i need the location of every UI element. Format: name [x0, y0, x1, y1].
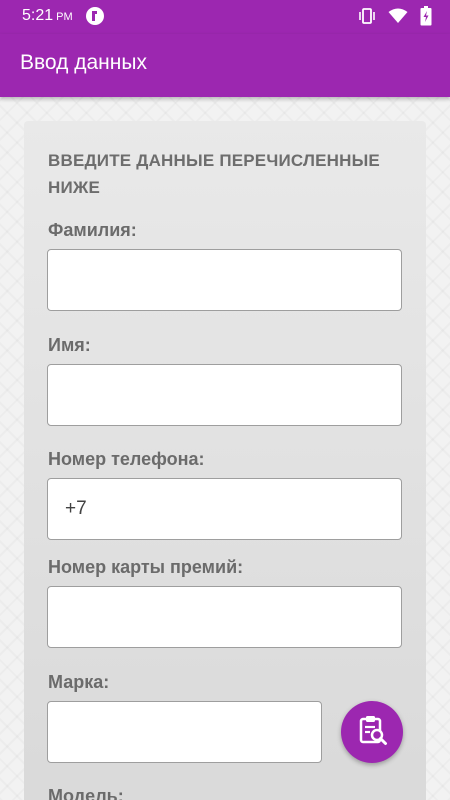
- status-bar: 5:21 PM: [0, 0, 450, 34]
- bonus-card-input[interactable]: [47, 586, 402, 648]
- brand-input[interactable]: [47, 701, 322, 763]
- status-time-ampm: PM: [56, 11, 73, 23]
- name-label: Имя:: [48, 335, 91, 355]
- scan-brand-button[interactable]: [341, 701, 403, 763]
- status-icons: [358, 6, 432, 26]
- form-card: ВВЕДИТЕ ДАННЫЕ ПЕРЕЧИСЛЕННЫЕ НИЖЕ Фамили…: [24, 121, 426, 800]
- surname-input[interactable]: [47, 249, 402, 311]
- wifi-icon: [388, 7, 408, 25]
- model-label: Модель:: [48, 786, 124, 800]
- phone-label: Номер телефона:: [48, 449, 205, 469]
- name-input[interactable]: [47, 364, 402, 426]
- app-bar: Ввод данных: [0, 34, 450, 97]
- vibrate-icon: [358, 7, 376, 25]
- bonus-card-label: Номер карты премий:: [48, 557, 244, 577]
- notification-icon: [86, 7, 104, 25]
- form-heading: ВВЕДИТЕ ДАННЫЕ ПЕРЕЧИСЛЕННЫЕ НИЖЕ: [48, 151, 380, 197]
- brand-label: Марка:: [48, 672, 110, 692]
- page-title: Ввод данных: [20, 51, 147, 74]
- status-time-value: 5:21: [22, 7, 54, 24]
- clipboard-search-icon: [355, 713, 389, 752]
- battery-icon: [420, 6, 432, 26]
- status-time: 5:21 PM: [22, 7, 73, 25]
- surname-label: Фамилия:: [48, 220, 137, 240]
- phone-input[interactable]: [47, 478, 402, 540]
